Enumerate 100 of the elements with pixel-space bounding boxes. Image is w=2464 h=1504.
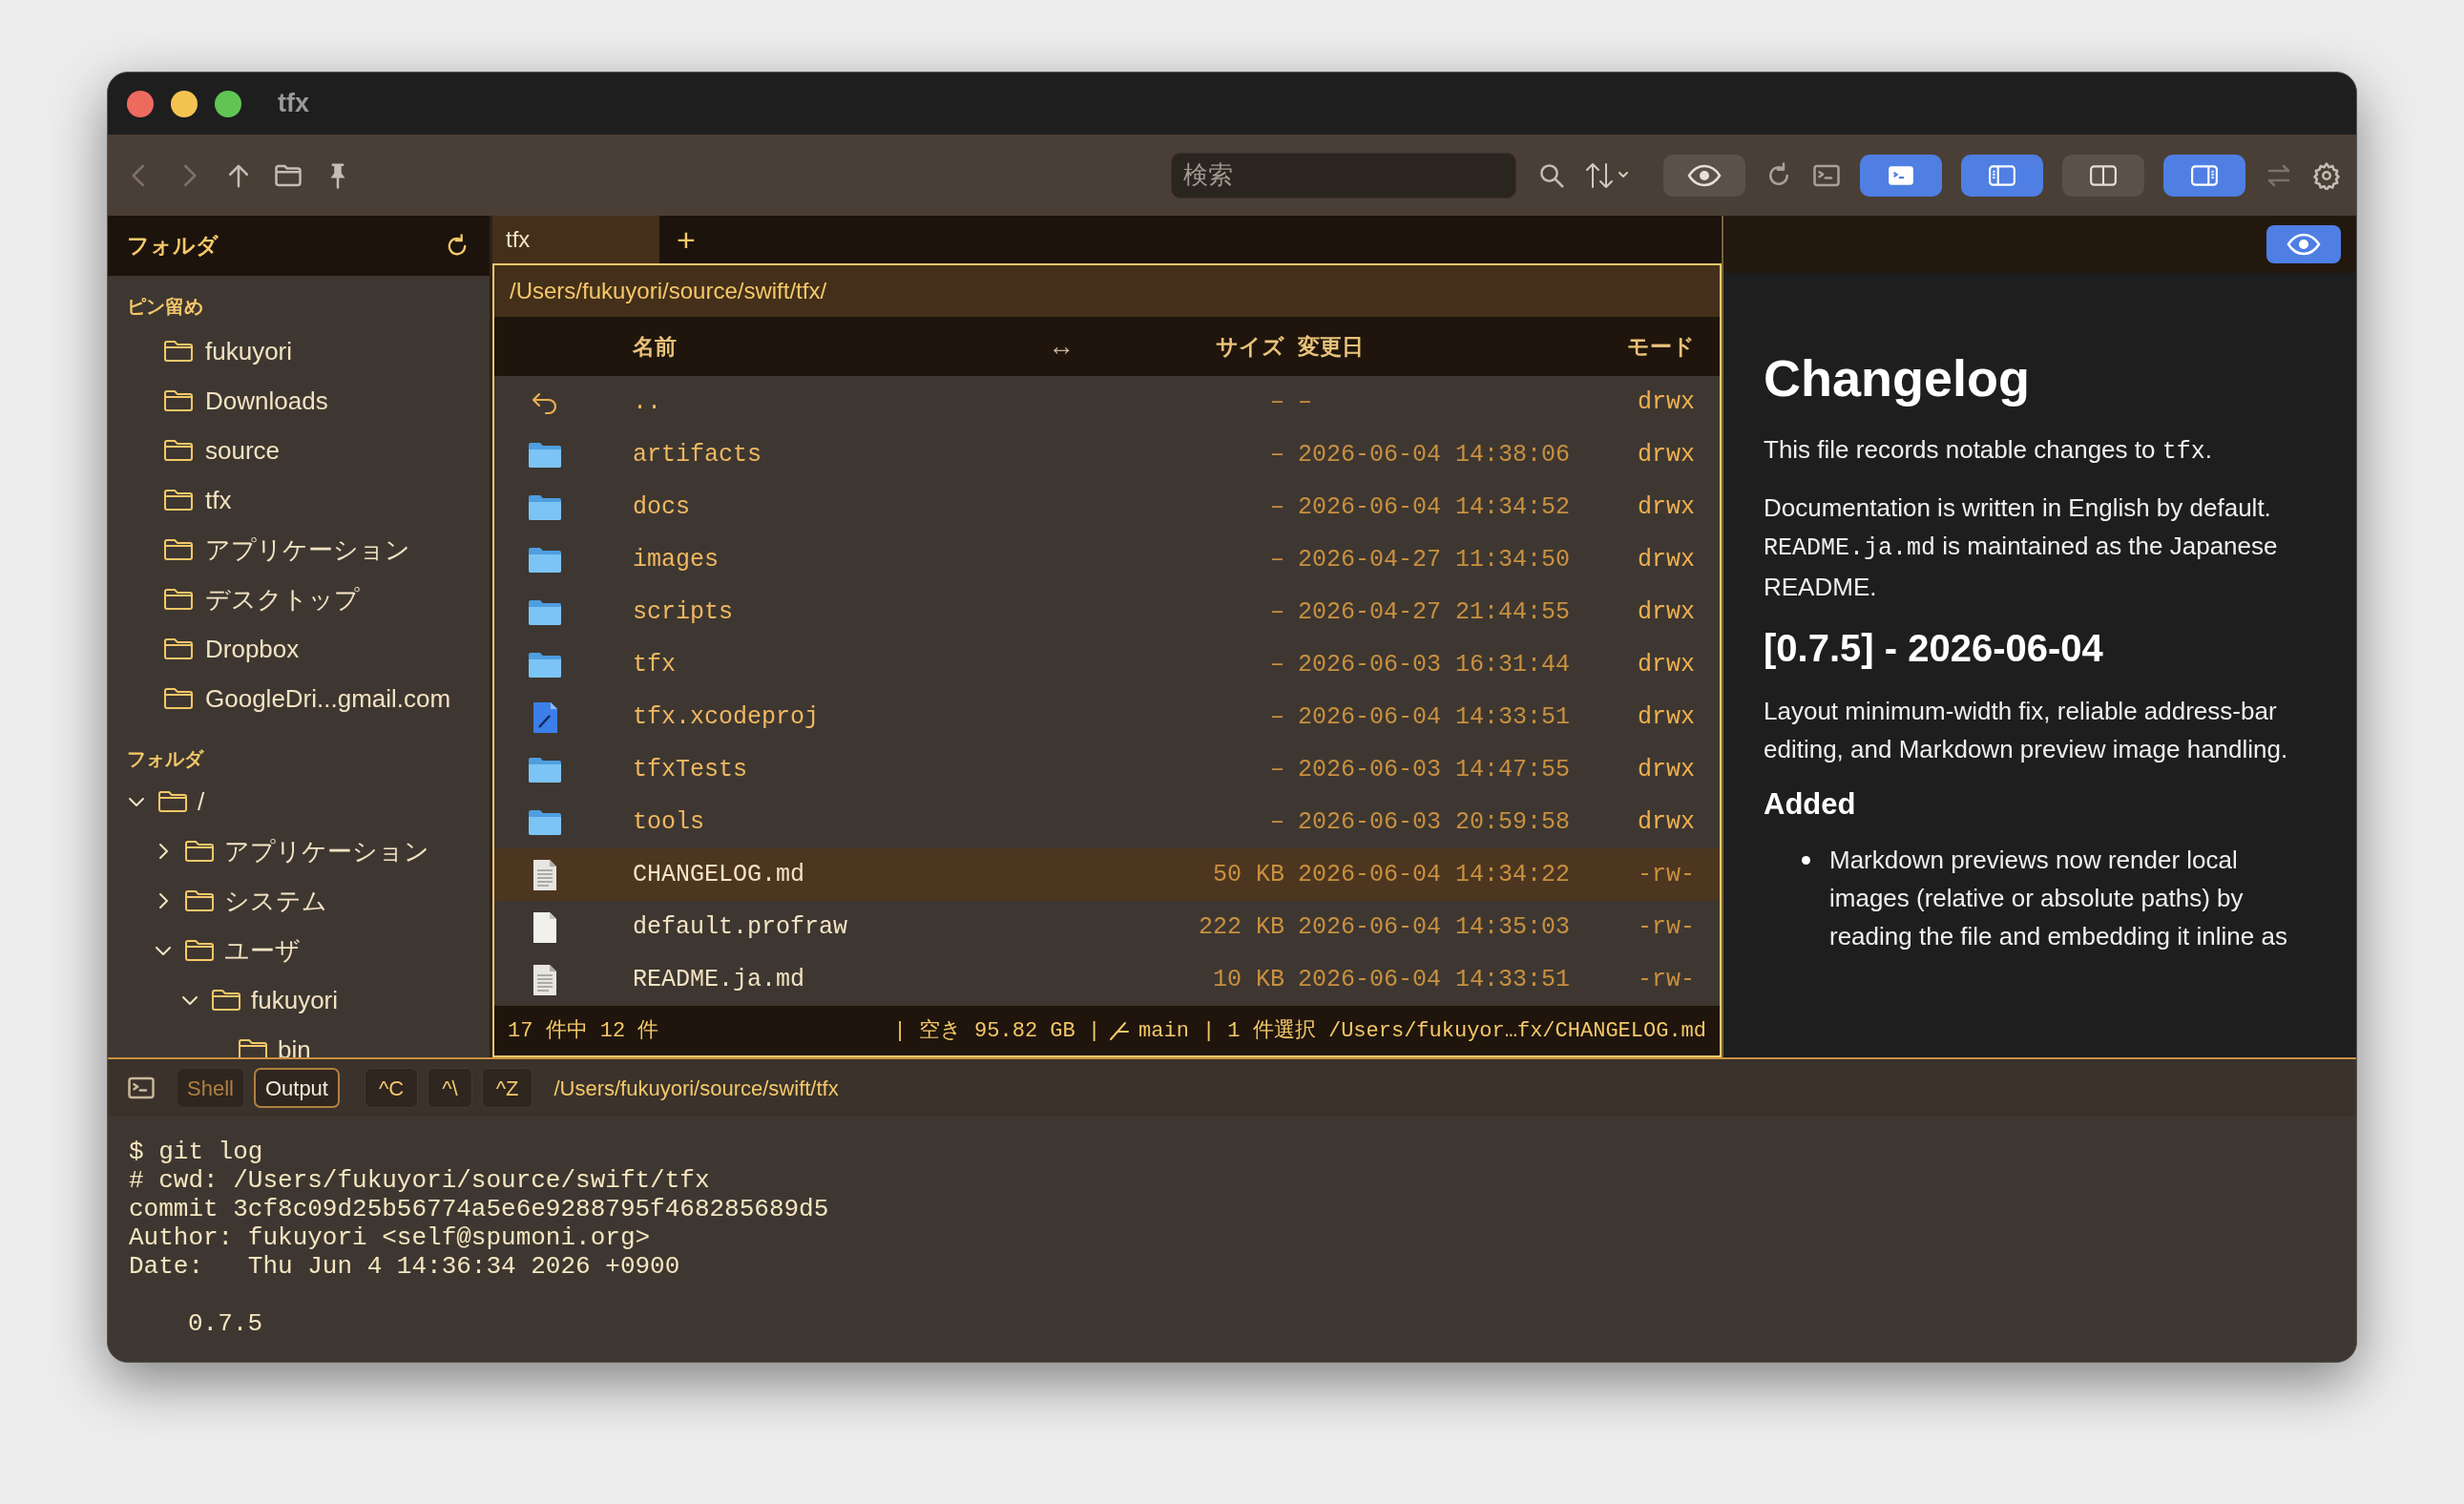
preview-toggle-button[interactable]: [2266, 225, 2341, 263]
file-name: tools: [633, 807, 704, 836]
section-heading: ピン留め: [126, 295, 204, 319]
file-mode: drwx: [1638, 545, 1695, 574]
file-size: –: [1270, 702, 1284, 731]
text-document-icon: [531, 963, 558, 996]
zoom-button[interactable]: [215, 90, 241, 117]
column-header[interactable]: 名前: [633, 329, 1048, 364]
terminal-line: Author: fukuyori <self@spumoni.org>: [129, 1223, 652, 1252]
file-mode: drwx: [1638, 702, 1695, 731]
tree-item[interactable]: /: [108, 777, 490, 826]
folder-icon: [526, 492, 563, 522]
file-size: –: [1270, 755, 1284, 783]
file-mode: drwx: [1638, 807, 1695, 836]
right-pane-toggle-button[interactable]: [2163, 154, 2245, 197]
folder-icon: [526, 545, 563, 574]
left-pane-toggle-button[interactable]: [1961, 154, 2043, 197]
terminal-panel-toggle-button[interactable]: [1860, 154, 1942, 197]
key-button[interactable]: ^\: [428, 1068, 472, 1108]
folder-icon: [163, 438, 194, 463]
split-view-icon: [2089, 162, 2118, 188]
file-size: 222 KB: [1199, 912, 1284, 941]
file-size: –: [1270, 492, 1284, 521]
file-name: docs: [633, 492, 690, 521]
modified-date: –: [1298, 387, 1312, 416]
sidebar-item[interactable]: Dropbox: [108, 624, 490, 674]
file-size: –: [1270, 387, 1284, 416]
sidebar-item[interactable]: Downloads: [108, 376, 490, 426]
item-count: 17 件中 12 件: [508, 1017, 659, 1045]
file-name: README.ja.md: [633, 965, 805, 993]
modified-date: 2026-06-03 16:31:44: [1298, 650, 1571, 679]
mode-tab[interactable]: Output: [253, 1068, 340, 1108]
folder-icon: [184, 839, 215, 864]
modified-date: 2026-06-03 20:59:58: [1298, 807, 1571, 836]
file-size: 10 KB: [1213, 965, 1284, 993]
branch-icon: [1108, 1019, 1132, 1042]
sidebar-item[interactable]: デスクトップ: [108, 574, 490, 624]
column-header[interactable]: 変更日: [1284, 329, 1571, 364]
section-heading: フォルダ: [126, 747, 205, 771]
sidebar-item[interactable]: アプリケーション: [108, 525, 490, 574]
sidebar-item[interactable]: tfx: [108, 475, 490, 525]
tree-item[interactable]: bin: [108, 1025, 490, 1057]
settings-icon[interactable]: [2312, 160, 2341, 190]
preview-toggle-button[interactable]: [1663, 154, 1745, 197]
sidebar-item[interactable]: source: [108, 426, 490, 475]
file-size: –: [1270, 650, 1284, 679]
tab[interactable]: tfx: [492, 216, 659, 263]
key-button[interactable]: ^C: [364, 1068, 419, 1108]
folder-icon: [163, 339, 194, 364]
folder-icon: [526, 650, 563, 679]
right-pane-icon: [2190, 162, 2219, 188]
split-view-toggle-button[interactable]: [2062, 154, 2144, 197]
file-name: scripts: [633, 597, 734, 626]
paragraph: Layout minimum-width fix, reliable address-bar editing, and Markdown preview image handling.: [1764, 695, 2289, 765]
file-mode: -rw-: [1638, 965, 1695, 993]
file-name: tfx: [633, 650, 676, 679]
close-button[interactable]: [127, 90, 154, 117]
window-title: tfx: [278, 88, 309, 120]
text-document-icon: [531, 858, 558, 891]
free-space: | 空き 95.82 GB |: [893, 1017, 1101, 1045]
file-mode: drwx: [1638, 387, 1695, 416]
tree-item[interactable]: fukuyori: [108, 975, 490, 1025]
new-tab-button[interactable]: +: [659, 216, 713, 263]
paragraph: This file records notable changes to tfx.: [1764, 433, 2213, 468]
file-mode: drwx: [1638, 650, 1695, 679]
folder-icon: [526, 440, 563, 470]
working-directory: /Users/fukuyori/source/swift/tfx: [553, 1075, 839, 1102]
modified-date: 2026-06-04 14:34:52: [1298, 492, 1571, 521]
key-button[interactable]: ^Z: [481, 1068, 533, 1108]
folder-icon: [157, 789, 188, 814]
minimize-button[interactable]: [171, 90, 198, 117]
folder-icon: [238, 1037, 268, 1057]
path-text: /Users/fukuyori/source/swift/tfx/: [510, 277, 827, 305]
modified-date: 2026-06-04 14:33:51: [1298, 702, 1571, 731]
column-header[interactable]: モード: [1571, 329, 1695, 364]
file-name: images: [633, 545, 719, 574]
file-row[interactable]: CHANGELOG.md 50 KB 2026-06-04 14:34:22 -rw-: [494, 848, 1720, 901]
modified-date: 2026-06-04 14:33:51: [1298, 965, 1571, 993]
file-size: –: [1270, 597, 1284, 626]
tree-item[interactable]: ユーザ: [108, 926, 490, 975]
file-name: tfx.xcodeproj: [633, 702, 820, 731]
file-mode: drwx: [1638, 440, 1695, 469]
sidebar-item[interactable]: fukuyori: [108, 326, 490, 376]
file-name: default.profraw: [633, 912, 848, 941]
tree-item[interactable]: アプリケーション: [108, 826, 490, 876]
modified-date: 2026-06-04 14:38:06: [1298, 440, 1571, 469]
sidebar-item[interactable]: GoogleDri...gmail.com: [108, 674, 490, 723]
left-pane-icon: [1988, 162, 2016, 188]
folder-icon: [184, 888, 215, 913]
path-bar[interactable]: /Users/fukuyori/source/swift/tfx/: [494, 265, 1720, 317]
modified-date: 2026-06-03 14:47:55: [1298, 755, 1571, 783]
folder-icon: [163, 488, 194, 512]
mode-tab[interactable]: Shell: [177, 1068, 244, 1108]
tree-item[interactable]: システム: [108, 876, 490, 926]
search-field[interactable]: 検索: [1171, 152, 1516, 198]
blank-document-icon: [531, 910, 558, 944]
terminal-line: # cwd: /Users/fukuyori/source/swift/tfx: [129, 1166, 711, 1195]
column-resize-toggle[interactable]: ↔: [1048, 326, 1105, 366]
file-mode: -rw-: [1638, 860, 1695, 888]
column-header[interactable]: サイズ: [1105, 329, 1284, 364]
